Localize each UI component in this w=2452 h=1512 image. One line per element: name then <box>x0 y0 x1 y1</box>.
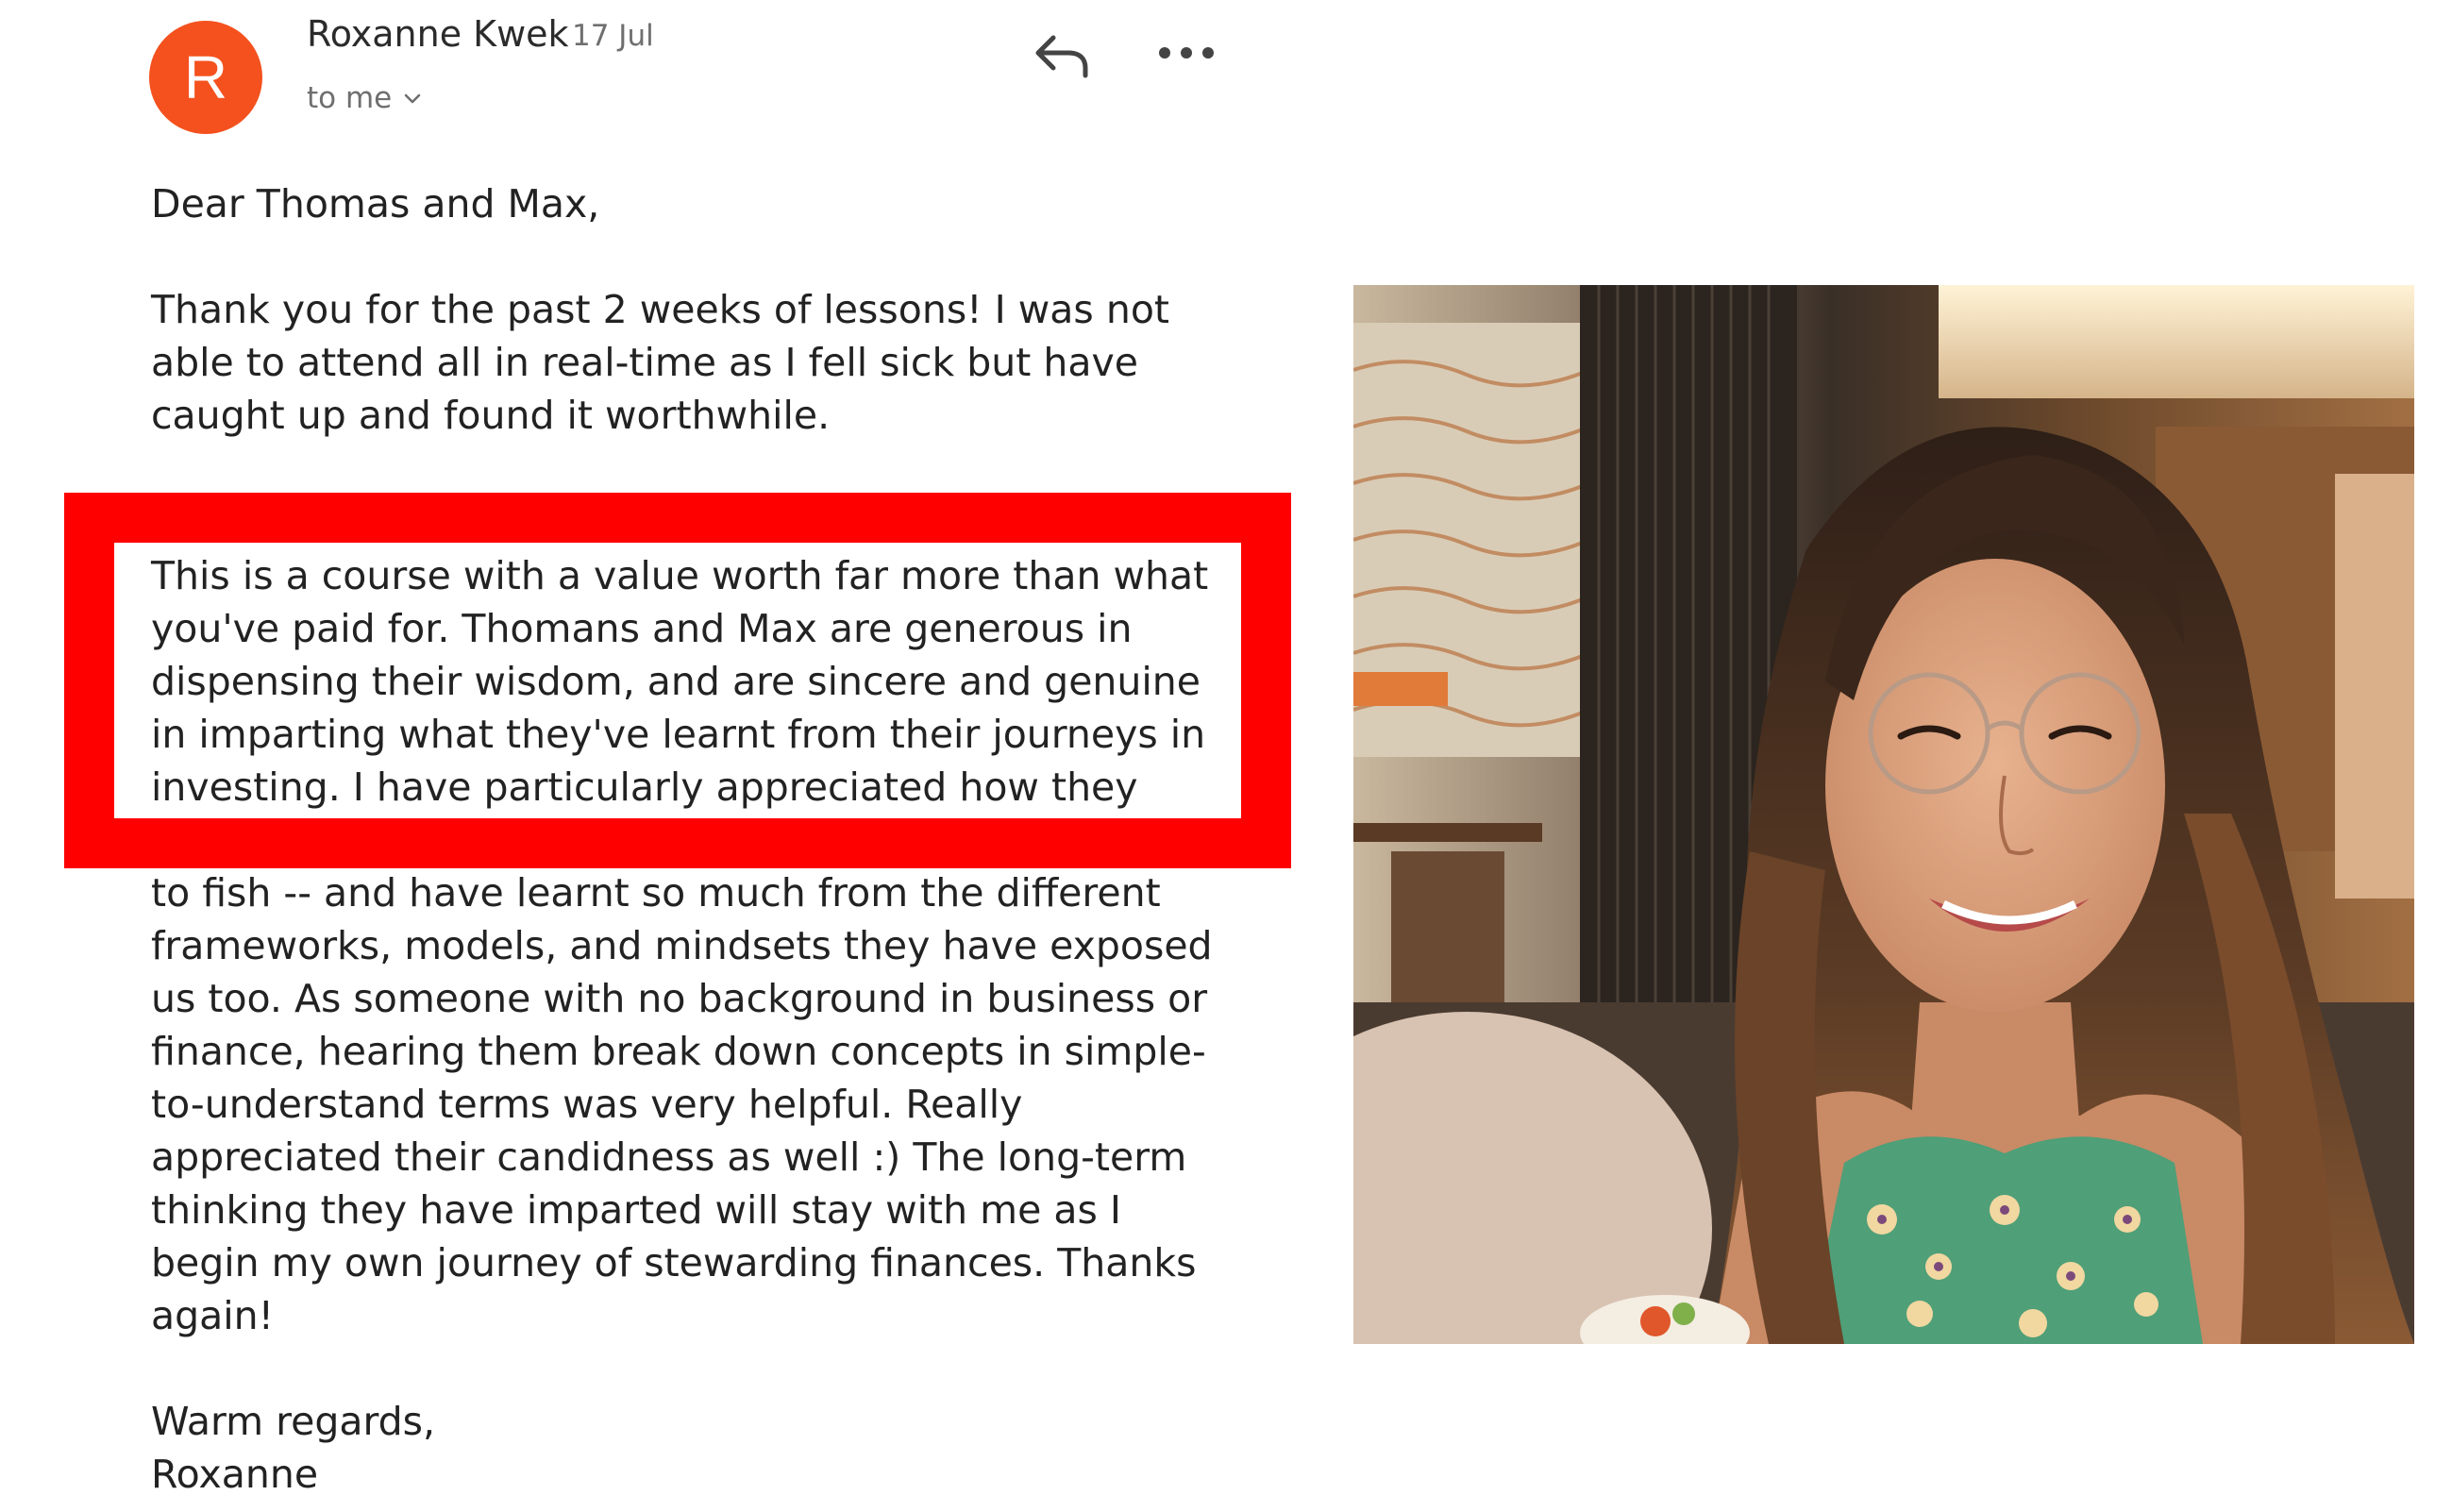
email-date: 17 Jul <box>572 19 654 53</box>
text-line: finance, hearing them break down concept… <box>151 1029 1206 1074</box>
text-line: able to attend all in real-time as I fel… <box>151 340 1138 385</box>
text-line: dispensing their wisdom, and are sincere… <box>151 659 1201 704</box>
text-line: begin my own journey of stewarding finan… <box>151 1240 1197 1285</box>
text-line: in imparting what they've learnt from th… <box>151 712 1206 757</box>
text-line: to-understand terms was very helpful. Re… <box>151 1082 1023 1127</box>
email-paragraph-2: to fish -- and have learnt so much from … <box>151 866 1265 1342</box>
text-line: thinking they have imparted will stay wi… <box>151 1187 1121 1233</box>
text-line: again! <box>151 1293 275 1338</box>
text-line: you've paid for. Thomans and Max are gen… <box>151 606 1133 651</box>
signature-line: Roxanne <box>151 1452 319 1497</box>
text-line: Thank you for the past 2 weeks of lesson… <box>151 287 1169 332</box>
signoff-line: Warm regards, <box>151 1399 436 1444</box>
more-options-button[interactable] <box>1153 34 1219 72</box>
email-greeting: Dear Thomas and Max, <box>151 181 600 227</box>
email-paragraph-1: Thank you for the past 2 weeks of lesson… <box>151 283 1265 442</box>
text-line: to fish -- and have learnt so much from … <box>151 870 1161 916</box>
recipient-details-toggle[interactable]: to me <box>307 81 424 115</box>
email-highlighted-paragraph: This is a course with a value worth far … <box>151 549 1265 814</box>
portrait-photo <box>1353 285 2414 1344</box>
more-options-icon <box>1159 47 1214 59</box>
email-signoff: Warm regards, Roxanne <box>151 1395 1265 1501</box>
recipient-label: to me <box>307 81 393 115</box>
text-line: us too. As someone with no background in… <box>151 976 1208 1021</box>
chevron-down-icon <box>404 93 421 104</box>
sender-name[interactable]: Roxanne Kwek <box>307 13 569 55</box>
avatar[interactable]: R <box>149 21 262 134</box>
reply-icon <box>1035 35 1088 78</box>
text-line: frameworks, models, and mindsets they ha… <box>151 923 1213 968</box>
reply-button[interactable] <box>1031 26 1097 83</box>
text-line: caught up and found it worthwhile. <box>151 393 831 438</box>
avatar-initial: R <box>183 43 228 111</box>
text-line: investing. I have particularly appreciat… <box>151 764 1138 810</box>
text-line: appreciated their candidness as well :) … <box>151 1134 1187 1180</box>
text-line: This is a course with a value worth far … <box>151 553 1209 598</box>
